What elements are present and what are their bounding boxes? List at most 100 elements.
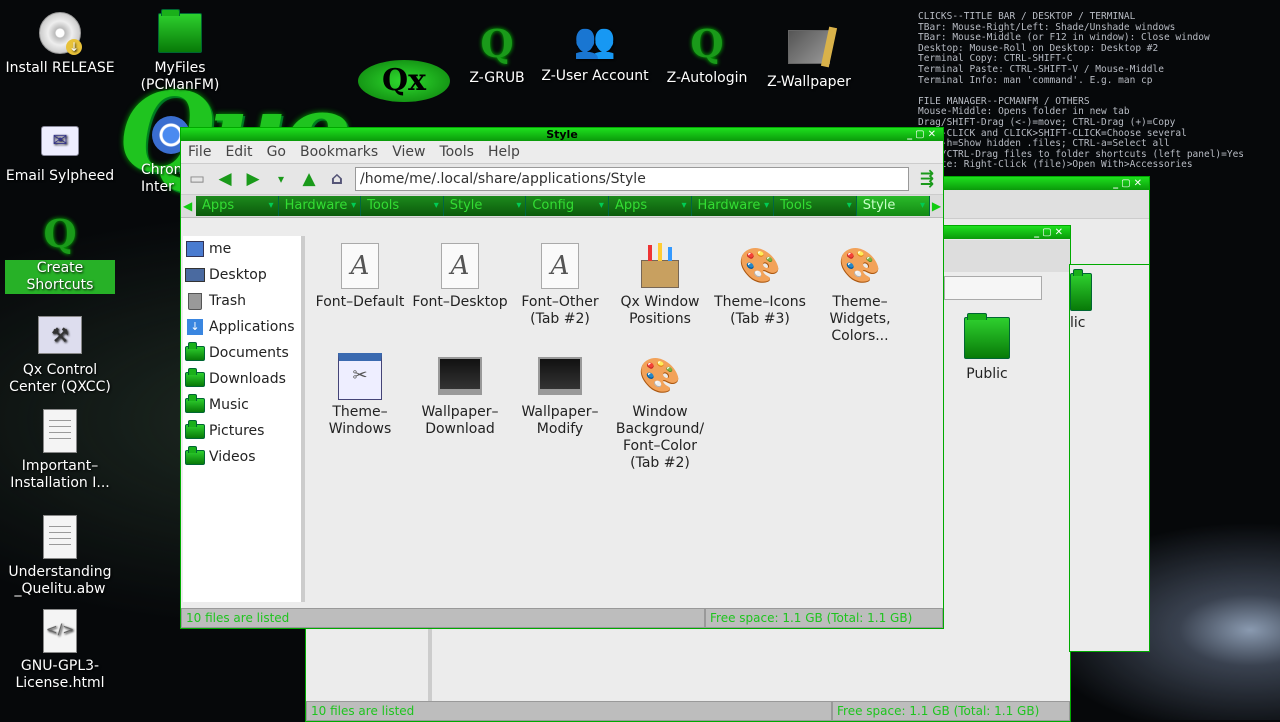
sidebar-item-documents[interactable]: Documents: [183, 340, 301, 366]
desktop-icon-email[interactable]: ✉ Email Sylpheed: [5, 118, 115, 185]
menu-help[interactable]: Help: [481, 141, 527, 163]
background-window-titlebar[interactable]: _▢✕: [941, 177, 1149, 190]
window-theme-icon: ✂: [336, 352, 384, 400]
folder-icon: [185, 419, 205, 439]
file-item-public[interactable]: Public: [937, 313, 1037, 383]
tab-apps[interactable]: Apps: [195, 196, 279, 216]
go-arrow-icon[interactable]: ⇶: [917, 169, 937, 189]
file-label: Wallpaper–Download: [421, 404, 499, 437]
sidebar-item-pictures[interactable]: Pictures: [183, 418, 301, 444]
sidebar-item-desktop[interactable]: Desktop: [183, 262, 301, 288]
sidebar-item-label: Trash: [209, 293, 246, 309]
desktop-icon-create-shortcuts[interactable]: Q Create Shortcuts: [5, 210, 115, 294]
menu-bar: File Edit Go Bookmarks View Tools Help: [181, 141, 943, 164]
background-window-toolbar: [944, 240, 1070, 272]
users-icon: 👥: [573, 20, 617, 61]
window-controls-icon[interactable]: _▢✕: [1034, 226, 1066, 239]
file-label: Public: [966, 366, 1008, 382]
location-bar[interactable]: /home/me/.local/share/applications/Style: [355, 167, 909, 191]
sidebar-item-label: Pictures: [209, 423, 265, 439]
status-free-space: Free space: 1.1 GB (Total: 1.1 GB): [705, 608, 943, 628]
tab-hardware-2[interactable]: Hardware: [691, 196, 775, 216]
file-label: Theme–Windows: [328, 404, 392, 437]
document-icon: [37, 514, 83, 560]
folder-icon: [1070, 269, 1092, 311]
applications-icon: ↓: [185, 319, 205, 335]
tab-scroll-left-icon[interactable]: ◀: [183, 199, 196, 213]
folder-icon: [185, 393, 205, 413]
file-label: Qx Window Positions: [620, 294, 700, 327]
desktop-icon-label: Z-Wallpaper: [767, 74, 851, 90]
menu-view[interactable]: View: [385, 141, 432, 163]
file-label: Theme–Widgets, Colors...: [829, 294, 891, 344]
tab-tools-2[interactable]: Tools: [774, 196, 857, 216]
menu-bookmarks[interactable]: Bookmarks: [293, 141, 385, 163]
background-window-titlebar[interactable]: _▢✕: [944, 226, 1070, 239]
tab-hardware[interactable]: Hardware: [278, 196, 362, 216]
background-window-path[interactable]: [944, 276, 1042, 300]
file-item-font-desktop[interactable]: A Font–Desktop: [410, 242, 510, 311]
background-window-3[interactable]: lic: [1069, 264, 1150, 652]
desktop-icon-label: Install RELEASE: [5, 60, 115, 76]
menu-go[interactable]: Go: [260, 141, 293, 163]
file-item-window-background[interactable]: 🎨 Window Background/ Font–Color (Tab #2): [610, 352, 710, 472]
forward-arrow-icon[interactable]: ▶: [243, 169, 263, 189]
desktop-icon-myfiles[interactable]: MyFiles (PCManFM): [125, 9, 235, 94]
back-arrow-icon[interactable]: ◀: [215, 169, 235, 189]
tab-config[interactable]: Config: [526, 196, 609, 216]
file-item-theme-windows[interactable]: ✂ Theme–Windows: [310, 352, 410, 438]
desktop-icon: [185, 267, 205, 283]
file-item-wallpaper-download[interactable]: Wallpaper–Download: [410, 352, 510, 438]
toolbar: ▭ ◀ ▶ ▾ ▲ ⌂ /home/me/.local/share/applic…: [181, 164, 943, 195]
sidebar-item-label: Desktop: [209, 267, 267, 283]
file-item-wallpaper-modify[interactable]: Wallpaper–Modify: [510, 352, 610, 438]
file-label: Font–Default: [315, 294, 405, 310]
history-down-icon[interactable]: ▾: [271, 169, 291, 189]
tab-style-active[interactable]: Style: [856, 196, 931, 216]
file-item-qx-window-positions[interactable]: Qx Window Positions: [610, 242, 710, 328]
desktop-icon-understanding[interactable]: Understanding _Quelitu.abw: [5, 514, 115, 598]
file-manager-window[interactable]: Style _▢✕ File Edit Go Bookmarks View To…: [180, 127, 944, 629]
tab-style[interactable]: Style: [443, 196, 527, 216]
new-tab-icon[interactable]: ▭: [187, 169, 207, 189]
desktop-icon-label: Important–Installation I...: [10, 458, 110, 491]
sidebar-item-videos[interactable]: Videos: [183, 444, 301, 470]
menu-file[interactable]: File: [181, 141, 218, 163]
email-icon: ✉: [37, 118, 83, 164]
file-item-theme-icons[interactable]: 🎨 Theme–Icons (Tab #3): [710, 242, 810, 328]
file-label: Font–Desktop: [412, 294, 508, 310]
desktop-icon-qxcc[interactable]: ⚒ Qx Control Center (QXCC): [5, 312, 115, 396]
desktop-icon-zgrub[interactable]: Q Z-GRUB: [442, 20, 552, 87]
font-icon: A: [536, 242, 584, 290]
window-controls-icon[interactable]: _▢✕: [1113, 177, 1145, 190]
sidebar-item-me[interactable]: me: [183, 236, 301, 262]
tab-apps-2[interactable]: Apps: [608, 196, 692, 216]
home-icon[interactable]: ⌂: [327, 169, 347, 189]
desktop-icon-zuser[interactable]: 👥 Z-User Account: [540, 18, 650, 85]
window-titlebar[interactable]: Style _▢✕: [181, 128, 943, 141]
folder-icon: [157, 9, 203, 56]
tab-tools[interactable]: Tools: [361, 196, 444, 216]
desktop-icon-zautologin[interactable]: Q Z-Autologin: [652, 20, 762, 87]
menu-edit[interactable]: Edit: [218, 141, 259, 163]
file-view: A Font–Default A Font–Desktop A Font–Oth…: [305, 236, 941, 602]
sidebar-item-trash[interactable]: Trash: [183, 288, 301, 314]
desktop-icon-gpl[interactable]: </> GNU-GPL3-License.html: [5, 608, 115, 692]
file-item-font-default[interactable]: A Font–Default: [310, 242, 410, 311]
sidebar-item-music[interactable]: Music: [183, 392, 301, 418]
desktop-icon-zwallpaper[interactable]: Z-Wallpaper: [754, 24, 864, 91]
window-controls-icon[interactable]: _▢✕: [907, 128, 939, 141]
desktop-icon-important[interactable]: Important–Installation I...: [5, 408, 115, 492]
tab-scroll-right-icon[interactable]: ▶: [930, 199, 943, 213]
sidebar-item-applications[interactable]: ↓ Applications: [183, 314, 301, 340]
file-item-font-other[interactable]: A Font–Other (Tab #2): [510, 242, 610, 328]
font-icon: A: [336, 242, 384, 290]
desktop-icon-install[interactable]: ↓ Install RELEASE: [5, 10, 115, 77]
up-arrow-icon[interactable]: ▲: [299, 169, 319, 189]
folder-icon: [185, 445, 205, 465]
menu-tools[interactable]: Tools: [432, 141, 481, 163]
desktop-icon-label: MyFiles (PCManFM): [140, 60, 220, 93]
file-item-theme-widgets[interactable]: 🎨 Theme–Widgets, Colors...: [810, 242, 910, 345]
tab-bar: ◀ Apps Hardware Tools Style Config Apps …: [181, 195, 943, 218]
sidebar-item-downloads[interactable]: Downloads: [183, 366, 301, 392]
